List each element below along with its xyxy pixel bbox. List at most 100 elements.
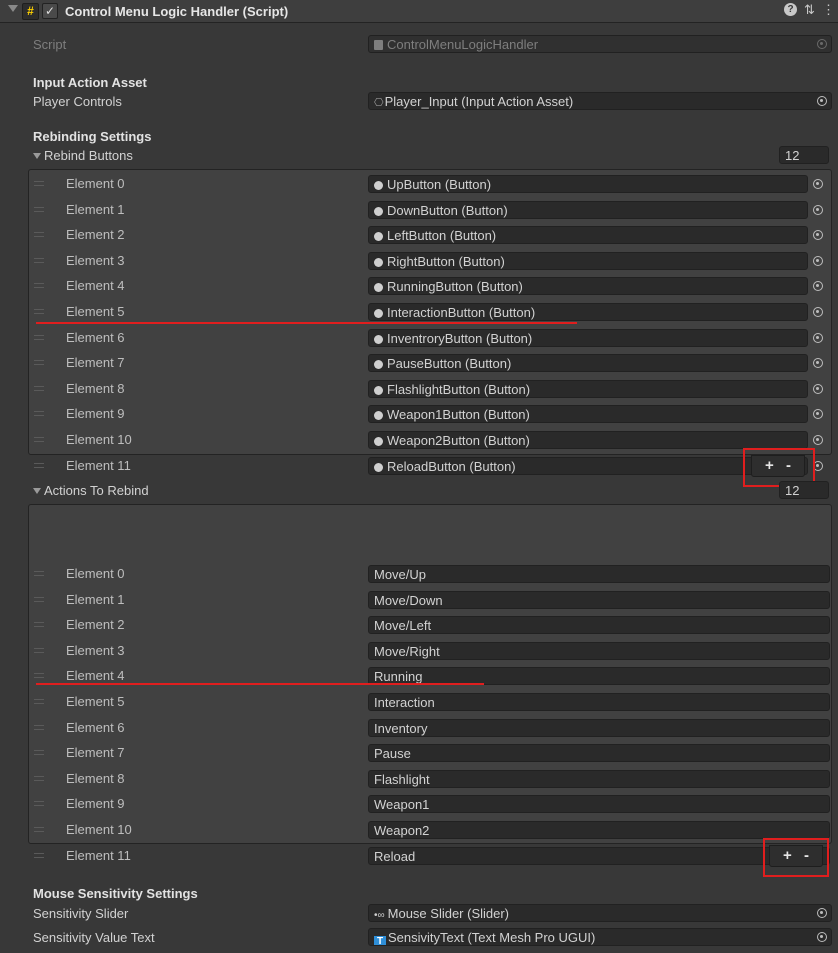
drag-handle-icon[interactable]	[34, 181, 44, 186]
list-item-label: Element 11	[66, 847, 131, 863]
sensitivity-slider-object-picker-icon[interactable]	[817, 908, 827, 918]
help-icon[interactable]: ?	[784, 3, 797, 16]
button-reference-field[interactable]: FlashlightButton (Button)	[368, 379, 808, 398]
list-item-label: Element 4	[66, 668, 125, 684]
object-picker-icon[interactable]	[813, 435, 823, 445]
component-title: Control Menu Logic Handler (Script)	[65, 4, 289, 19]
sensitivity-value-text-object-picker-icon[interactable]	[817, 932, 827, 942]
list-item-label: Element 0	[66, 176, 125, 191]
input-action-asset-heading: Input Action Asset	[33, 75, 147, 90]
object-picker-icon[interactable]	[813, 332, 823, 343]
actions-to-rebind-size-field[interactable]: 12	[779, 481, 829, 499]
action-name-field[interactable]: Move/Right	[368, 641, 830, 660]
actions-to-rebind-foldout-icon[interactable]	[33, 488, 41, 494]
player-controls-object-picker-icon[interactable]	[817, 96, 827, 106]
action-name-field[interactable]: Flashlight	[368, 769, 830, 788]
drag-handle-icon[interactable]	[34, 673, 44, 679]
mouse-sensitivity-heading: Mouse Sensitivity Settings	[33, 886, 198, 901]
action-name-field[interactable]: Move/Up	[368, 565, 830, 583]
button-component-icon	[374, 437, 383, 446]
object-picker-icon[interactable]	[813, 307, 823, 317]
list-item-value: FlashlightButton (Button)	[387, 381, 531, 397]
player-controls-field[interactable]: ⎔Player_Input (Input Action Asset)	[368, 92, 832, 110]
drag-handle-icon[interactable]	[34, 283, 44, 289]
button-reference-field[interactable]: DownButton (Button)	[368, 200, 808, 219]
drag-handle-icon[interactable]	[34, 852, 44, 858]
object-picker-icon[interactable]	[813, 204, 823, 215]
sensitivity-value-text-value: SensivityText (Text Mesh Pro UGUI)	[388, 930, 596, 945]
drag-handle-icon[interactable]	[34, 462, 44, 468]
action-name-field[interactable]: Interaction	[368, 693, 830, 711]
drag-handle-icon[interactable]	[34, 596, 44, 602]
button-reference-field[interactable]: UpButton (Button)	[368, 175, 808, 193]
drag-handle-icon[interactable]	[34, 571, 44, 576]
action-name-field[interactable]: Weapon2	[368, 821, 830, 839]
drag-handle-icon[interactable]	[34, 257, 44, 263]
drag-handle-icon[interactable]	[34, 827, 44, 832]
rebind-buttons-foldout-icon[interactable]	[33, 153, 41, 159]
sensitivity-slider-field[interactable]: •∞ Mouse Slider (Slider)	[368, 904, 832, 922]
object-picker-icon[interactable]	[813, 179, 823, 189]
action-name-field[interactable]: Inventory	[368, 718, 830, 737]
button-reference-field[interactable]: RightButton (Button)	[368, 251, 808, 270]
action-name-field[interactable]: Move/Left	[368, 616, 830, 635]
button-reference-field[interactable]: InventroryButton (Button)	[368, 328, 808, 347]
sensitivity-value-text-label: Sensitivity Value Text	[33, 930, 155, 945]
drag-handle-icon[interactable]	[34, 699, 44, 704]
list-item-label: Element 10	[66, 822, 132, 837]
list-item-value: Weapon1	[374, 797, 430, 813]
drag-handle-icon[interactable]	[34, 411, 44, 417]
button-component-icon	[374, 360, 383, 370]
button-component-icon	[374, 411, 383, 421]
drag-handle-icon[interactable]	[34, 622, 44, 628]
list-item-label: Element 6	[66, 719, 125, 735]
action-name-field[interactable]: Weapon1	[368, 795, 830, 814]
context-menu-icon[interactable]: ⋮	[822, 2, 835, 18]
drag-handle-icon[interactable]	[34, 775, 44, 781]
foldout-arrow-icon[interactable]	[8, 5, 18, 12]
button-reference-field[interactable]: InteractionButton (Button)	[368, 303, 808, 321]
drag-handle-icon[interactable]	[34, 801, 44, 807]
actions-to-rebind-label[interactable]: Actions To Rebind	[44, 483, 149, 498]
script-field-value: ControlMenuLogicHandler	[387, 37, 539, 52]
drag-handle-icon[interactable]	[34, 750, 44, 756]
drag-handle-icon[interactable]	[34, 647, 44, 653]
sensitivity-value-text-field[interactable]: T SensivityText (Text Mesh Pro UGUI)	[368, 928, 832, 946]
drag-handle-icon[interactable]	[34, 206, 44, 212]
list-item-label: Element 7	[66, 745, 125, 761]
action-name-field[interactable]: Pause	[368, 744, 830, 763]
list-item-label: Element 6	[66, 329, 125, 345]
list-item-value: Flashlight	[374, 771, 430, 787]
button-reference-field[interactable]: ReloadButton (Button)	[368, 456, 808, 475]
action-name-field[interactable]: Reload	[368, 846, 830, 865]
rebind-buttons-label[interactable]: Rebind Buttons	[44, 148, 133, 163]
list-item-value: InteractionButton (Button)	[387, 305, 536, 320]
drag-handle-icon[interactable]	[34, 334, 44, 340]
component-enabled-checkbox[interactable]: ✓	[42, 3, 58, 19]
list-item-label: Element 8	[66, 770, 125, 786]
script-label: Script	[33, 37, 67, 52]
button-reference-field[interactable]: LeftButton (Button)	[368, 226, 808, 245]
drag-handle-icon[interactable]	[34, 232, 44, 238]
list-item-value: Move/Right	[374, 643, 440, 659]
drag-handle-icon[interactable]	[34, 437, 44, 442]
sensitivity-slider-value: Mouse Slider (Slider)	[387, 906, 510, 921]
object-picker-icon[interactable]	[813, 255, 823, 266]
rebind-buttons-size-field[interactable]: 12	[779, 146, 829, 164]
button-reference-field[interactable]: Weapon1Button (Button)	[368, 405, 808, 424]
button-reference-field[interactable]: RunningButton (Button)	[368, 277, 808, 296]
button-reference-field[interactable]: PauseButton (Button)	[368, 354, 808, 373]
list-item-label: Element 2	[66, 617, 125, 633]
button-reference-field[interactable]: Weapon2Button (Button)	[368, 431, 808, 449]
list-item-label: Element 8	[66, 380, 125, 396]
list-item-value: Weapon2	[374, 823, 430, 838]
script-field[interactable]: ControlMenuLogicHandler	[368, 35, 832, 53]
object-picker-icon[interactable]	[813, 383, 823, 394]
sensitivity-slider-label: Sensitivity Slider	[33, 906, 129, 921]
presets-icon[interactable]: ⇅	[804, 2, 815, 18]
drag-handle-icon[interactable]	[34, 360, 44, 366]
drag-handle-icon[interactable]	[34, 309, 44, 314]
drag-handle-icon[interactable]	[34, 724, 44, 730]
drag-handle-icon[interactable]	[34, 385, 44, 391]
action-name-field[interactable]: Move/Down	[368, 590, 830, 609]
